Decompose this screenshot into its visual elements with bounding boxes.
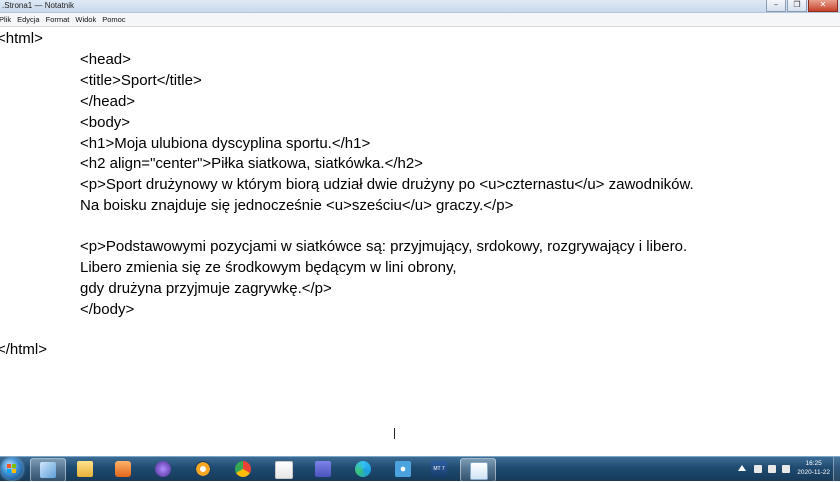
taskbar-app-blender[interactable] bbox=[186, 458, 220, 480]
code-line: <p>Sport drużynowy w którym biorą udział… bbox=[80, 176, 694, 193]
code-line: <p>Podstawowymi pozycjami w siatkówce są… bbox=[80, 238, 688, 255]
menu-view[interactable]: Widok bbox=[72, 15, 99, 24]
taskbar-app-chrome[interactable] bbox=[226, 458, 260, 480]
window-titlebar[interactable]: .Strona1 — Notatnik – ❐ ✕ bbox=[0, 0, 840, 13]
menu-file[interactable]: Plik bbox=[0, 15, 14, 24]
taskbar-app-notepad[interactable] bbox=[460, 458, 496, 482]
clock-date: 2020-11-22 bbox=[797, 469, 830, 476]
teams-icon bbox=[315, 461, 331, 477]
volume-icon[interactable] bbox=[768, 465, 776, 473]
taskbar-app-paint[interactable] bbox=[266, 458, 300, 480]
text-editor[interactable]: <html> <head> <title>Sport</title> </hea… bbox=[0, 27, 840, 456]
code-line: <html> bbox=[0, 30, 43, 47]
taskbar-clock[interactable]: 16:25 2020-11-22 bbox=[797, 459, 830, 477]
windows-explorer-icon bbox=[40, 462, 56, 478]
taskbar-app-explorer[interactable] bbox=[30, 458, 66, 482]
code-line: </body> bbox=[80, 301, 135, 318]
show-desktop-button[interactable] bbox=[833, 457, 840, 481]
code-line: gdy drużyna przyjmuje zagrywkę.</p> bbox=[80, 280, 332, 297]
text-cursor-icon bbox=[394, 428, 395, 439]
menu-format[interactable]: Format bbox=[43, 15, 73, 24]
menu-help[interactable]: Pomoc bbox=[99, 15, 128, 24]
wizard-icon bbox=[155, 461, 171, 477]
paint-icon bbox=[275, 461, 293, 479]
blender-icon bbox=[195, 461, 211, 477]
taskbar-app-teams[interactable] bbox=[306, 458, 340, 480]
code-line: <title>Sport</title> bbox=[80, 72, 202, 89]
taskbar: MT 7 16:25 2020-11-22 bbox=[0, 456, 840, 482]
close-button[interactable]: ✕ bbox=[808, 0, 838, 12]
menu-bar: Plik Edycja Format Widok Pomoc bbox=[0, 13, 840, 27]
clock-time: 16:25 bbox=[805, 460, 822, 467]
window-controls: – ❐ ✕ bbox=[766, 0, 838, 12]
show-hidden-icons-icon[interactable] bbox=[738, 465, 746, 471]
code-line: Libero zmienia się ze środkowym będącym … bbox=[80, 259, 457, 276]
taskbar-app-wizard[interactable] bbox=[146, 458, 180, 480]
action-center-icon[interactable] bbox=[782, 465, 790, 473]
menu-edit[interactable]: Edycja bbox=[14, 15, 43, 24]
taskbar-app-folder[interactable] bbox=[68, 458, 102, 480]
snowflake-app-icon bbox=[395, 461, 411, 477]
edge-icon bbox=[355, 461, 371, 477]
code-line: <h1>Moja ulubiona dyscyplina sportu.</h1… bbox=[80, 135, 371, 152]
code-line: <body> bbox=[80, 114, 131, 131]
taskbar-app-mt7[interactable]: MT 7 bbox=[422, 458, 456, 480]
code-line: <head> bbox=[80, 51, 131, 68]
code-line: </html> bbox=[0, 341, 48, 358]
code-line: </head> bbox=[80, 93, 136, 110]
code-line: <h2 align="center">Piłka siatkowa, siatk… bbox=[80, 155, 423, 172]
window-title: .Strona1 — Notatnik bbox=[2, 1, 75, 10]
maximize-button[interactable]: ❐ bbox=[787, 0, 807, 12]
mt7-app-icon: MT 7 bbox=[431, 461, 447, 477]
chrome-icon bbox=[235, 461, 251, 477]
taskbar-app-edge[interactable] bbox=[346, 458, 380, 480]
system-tray: 16:25 2020-11-22 bbox=[732, 457, 840, 481]
windows-logo-icon bbox=[7, 464, 17, 474]
taskbar-app-snowflake[interactable] bbox=[386, 458, 420, 480]
media-player-icon bbox=[115, 461, 131, 477]
notepad-icon bbox=[470, 462, 488, 480]
taskbar-app-media[interactable] bbox=[106, 458, 140, 480]
start-button[interactable] bbox=[1, 458, 23, 480]
code-line: Na boisku znajduje się jednocześnie <u>s… bbox=[80, 197, 514, 214]
minimize-button[interactable]: – bbox=[766, 0, 786, 12]
network-icon[interactable] bbox=[754, 465, 762, 473]
folder-icon bbox=[77, 461, 93, 477]
